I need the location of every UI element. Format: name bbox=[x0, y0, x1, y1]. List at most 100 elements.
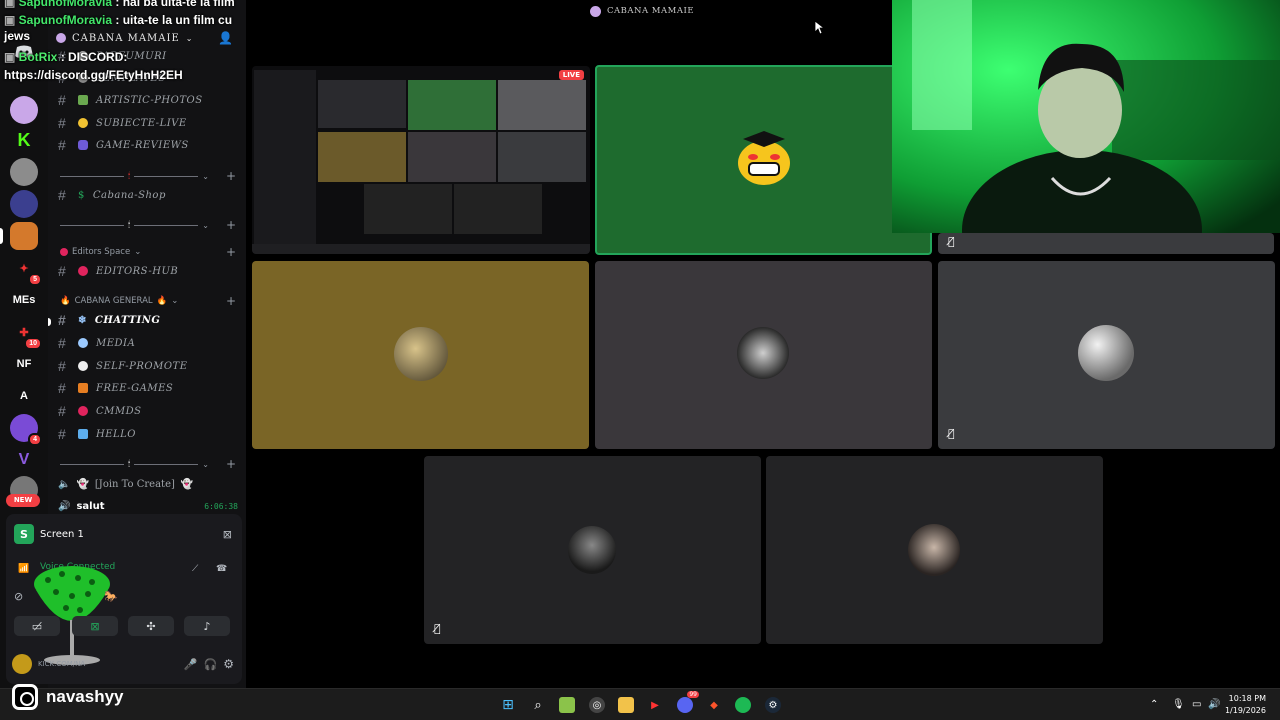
add-channel-icon[interactable]: + bbox=[226, 218, 236, 232]
instagram-icon bbox=[12, 684, 38, 710]
camera-off-icon[interactable]: ⊘ bbox=[14, 590, 23, 603]
muted-icon: 🎙̸ bbox=[948, 235, 955, 248]
headphones-icon[interactable]: 🎧 bbox=[204, 658, 218, 671]
participant-tile[interactable] bbox=[252, 261, 589, 449]
windows-start-icon[interactable]: ⊞ bbox=[500, 697, 516, 713]
kick-server-icon[interactable]: K bbox=[10, 126, 38, 154]
server-nf[interactable]: NF bbox=[10, 350, 38, 378]
microphone-icon[interactable]: 🎤 bbox=[184, 658, 198, 671]
system-clock[interactable]: 10:18 PM 1/19/2026 bbox=[1225, 693, 1266, 717]
preview-pane bbox=[408, 132, 496, 182]
webcam-overlay bbox=[892, 0, 1280, 233]
category-editors-space[interactable]: Editors Space ⌄ + bbox=[60, 244, 236, 260]
server-mes[interactable]: MEs bbox=[10, 286, 38, 314]
windows-taskbar: ⊞ ⌕ ◎ ▶ 99 ◆ ⚙ ⌃ 🎙 ▭ 🔊 10:18 PM 1/19/202… bbox=[0, 688, 1280, 720]
brave-browser-icon[interactable]: ◆ bbox=[706, 697, 722, 713]
stream-chat-overlay: ▣ SapunofMoravia : hai ba uita-te la fil… bbox=[4, 0, 235, 85]
server-icon-drop[interactable] bbox=[10, 190, 38, 218]
server-icon-figure[interactable]: ✚ 10 bbox=[10, 318, 42, 350]
channel-hello[interactable]: # HELLO bbox=[58, 424, 238, 444]
tray-microphone-icon[interactable]: 🎙 bbox=[1172, 699, 1185, 710]
stage-title: CABANA MAMAIE bbox=[590, 4, 694, 18]
avatar bbox=[12, 654, 32, 674]
participant-tile[interactable]: 🎙̸ bbox=[938, 233, 1274, 254]
participant-avatar bbox=[738, 131, 790, 185]
category-cabana-general[interactable]: 🔥 CABANA GENERAL 🔥 ⌄ + bbox=[60, 293, 236, 309]
chrome-icon[interactable]: ◎ bbox=[589, 697, 605, 713]
ghost-emoji-icon: 👻 bbox=[180, 478, 194, 490]
fire-emoji-icon: 🔥 bbox=[156, 296, 168, 306]
channel-game-reviews[interactable]: # GAME-REVIEWS bbox=[58, 135, 238, 155]
channel-subiecte-live[interactable]: # SUBIECTE-LIVE bbox=[58, 113, 238, 133]
participant-tile[interactable] bbox=[766, 456, 1103, 644]
preview-pane bbox=[498, 80, 586, 130]
speaker-icon: 🔈 bbox=[58, 478, 71, 490]
server-icon-orange[interactable] bbox=[10, 222, 38, 250]
disconnect-icon[interactable]: ☎ bbox=[216, 564, 227, 574]
screen-share-button[interactable]: ⊠ bbox=[72, 616, 118, 636]
add-channel-icon[interactable]: + bbox=[226, 245, 236, 259]
mention-badge: 10 bbox=[24, 337, 42, 350]
channel-chatting[interactable]: # ❄ CHATTING bbox=[58, 310, 238, 330]
channel-artistic-photos[interactable]: # ARTISTIC-PHOTOS bbox=[58, 90, 238, 110]
server-icon-wheel[interactable] bbox=[10, 158, 38, 186]
screen-share-tile[interactable]: LIVE bbox=[252, 66, 590, 254]
participant-tile[interactable]: 🎙̸ bbox=[424, 456, 761, 644]
participant-avatar bbox=[394, 327, 448, 381]
server-icon-v[interactable]: V bbox=[10, 446, 38, 474]
voice-channel-salut[interactable]: 🔊 salut 6:06:38 bbox=[58, 498, 238, 514]
chat-message: ▣ BotRix : DISCORD: bbox=[4, 50, 128, 64]
camera-toggle-button[interactable]: ▭̸ bbox=[14, 616, 60, 636]
add-channel-icon[interactable]: + bbox=[226, 169, 236, 183]
preview-pane bbox=[364, 184, 452, 234]
steam-icon[interactable]: ⚙ bbox=[765, 697, 781, 713]
server-icon-diamond[interactable]: 4 bbox=[10, 414, 42, 446]
instagram-overlay: navashyy bbox=[12, 684, 124, 710]
add-channel-icon[interactable]: + bbox=[226, 457, 236, 471]
category-divider[interactable]: 🕯 ⌄ + bbox=[60, 168, 236, 184]
media-player-icon[interactable]: ▶ bbox=[647, 697, 663, 713]
search-icon[interactable]: ⌕ bbox=[530, 697, 546, 713]
tray-volume-icon[interactable]: 🔊 bbox=[1208, 699, 1220, 710]
channel-self-promote[interactable]: # SELF-PROMOTE bbox=[58, 356, 238, 376]
user-panel[interactable]: KICK.COM/NA 🎤 🎧 ⚙ bbox=[12, 652, 234, 676]
tray-chevron-icon[interactable]: ⌃ bbox=[1150, 699, 1158, 710]
new-badge: NEW bbox=[6, 494, 40, 507]
activities-button[interactable]: ✣ bbox=[128, 616, 174, 636]
server-icon-avatar[interactable] bbox=[10, 96, 38, 124]
add-channel-icon[interactable]: + bbox=[226, 294, 236, 308]
participant-tile-speaking[interactable] bbox=[595, 65, 932, 255]
participant-avatar bbox=[568, 526, 616, 574]
channel-editors-hub[interactable]: # EDITORS-HUB bbox=[58, 261, 238, 281]
channel-free-games[interactable]: # FREE-GAMES bbox=[58, 378, 238, 398]
settings-gear-icon[interactable]: ⚙ bbox=[223, 657, 234, 671]
discord-taskbar-icon[interactable]: 99 bbox=[677, 691, 699, 713]
stop-stream-icon[interactable]: ⊠ bbox=[223, 528, 232, 541]
voice-channel-join-to-create[interactable]: 🔈 👻 [Join To Create] 👻 bbox=[58, 476, 238, 492]
promote-emoji-icon bbox=[78, 361, 88, 371]
participant-tile[interactable]: 🎙̸ bbox=[938, 261, 1275, 449]
category-divider[interactable]: 🕯 ⌄ + bbox=[60, 217, 236, 233]
preview-pane bbox=[498, 132, 586, 182]
notes-app-icon[interactable] bbox=[559, 697, 575, 713]
mention-badge: 5 bbox=[28, 273, 42, 286]
participant-tile[interactable] bbox=[595, 261, 932, 449]
server-a[interactable]: A bbox=[10, 382, 38, 410]
muted-icon: 🎙̸ bbox=[434, 622, 441, 635]
preview-pane bbox=[454, 184, 542, 234]
channel-cabana-shop[interactable]: # $ Cabana-Shop bbox=[58, 185, 238, 205]
file-explorer-icon[interactable] bbox=[618, 697, 634, 713]
snowflake-emoji-icon: ❄ bbox=[78, 314, 87, 326]
channel-media[interactable]: # MEDIA bbox=[58, 333, 238, 353]
server-icon bbox=[590, 5, 601, 17]
channel-cmmds[interactable]: # CMMDS bbox=[58, 401, 238, 421]
speaker-icon: 🔊 bbox=[58, 500, 71, 512]
screen-share-row[interactable]: S Screen 1 ⊠ bbox=[14, 523, 232, 545]
server-icon-red[interactable]: ✦ 5 bbox=[10, 254, 42, 286]
noise-suppression-icon[interactable]: ⟋ bbox=[192, 564, 198, 574]
soundboard-button[interactable]: ♪ bbox=[184, 616, 230, 636]
preview-pane bbox=[318, 80, 406, 128]
category-divider[interactable]: 🕯 ⌄ + bbox=[60, 456, 236, 472]
tray-display-icon[interactable]: ▭ bbox=[1192, 699, 1201, 710]
spotify-icon[interactable] bbox=[735, 697, 751, 713]
